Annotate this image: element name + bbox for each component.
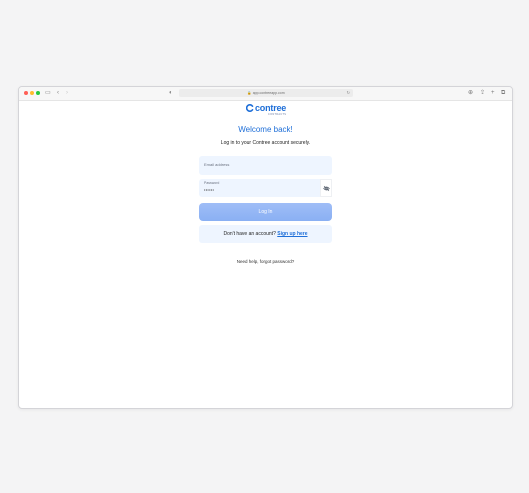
address-bar[interactable]: 🔒app.contreeapp.com ↻ xyxy=(179,89,353,97)
logo-text: contree xyxy=(255,103,287,113)
privacy-icon[interactable]: ◐ xyxy=(169,89,173,98)
share-icon[interactable]: ⇪ xyxy=(480,89,485,98)
forward-icon[interactable]: › xyxy=(66,89,68,98)
password-field[interactable]: Password •••••• xyxy=(199,179,320,197)
back-icon[interactable]: ‹ xyxy=(57,89,59,98)
login-button[interactable]: Log In xyxy=(199,203,332,221)
signup-link[interactable]: Sign up here xyxy=(277,231,307,237)
logo-mark-icon xyxy=(246,104,254,112)
toggle-password-visibility-button[interactable] xyxy=(320,179,332,197)
sidebar-icon[interactable]: ▭ xyxy=(45,89,51,98)
password-label: Password xyxy=(204,181,220,185)
new-tab-icon[interactable]: + xyxy=(491,89,495,98)
download-icon[interactable]: ⊕ xyxy=(468,89,473,98)
lock-icon: 🔒 xyxy=(247,91,252,95)
signup-prompt-box: Don't have an account? Sign up here xyxy=(199,225,332,243)
password-value: •••••• xyxy=(204,187,215,192)
close-window-button[interactable] xyxy=(24,91,28,95)
browser-window: ▭ ‹ › ◐ 🔒app.contreeapp.com ↻ ⊕ ⇪ + ⧉ co… xyxy=(18,86,513,409)
logo-subtitle: CONTRACTS xyxy=(268,113,287,116)
signup-prompt-text: Don't have an account? xyxy=(223,231,276,237)
minimize-window-button[interactable] xyxy=(30,91,34,95)
page-subtitle: Log in to your Contree account securely. xyxy=(220,140,311,146)
browser-toolbar: ▭ ‹ › ◐ 🔒app.contreeapp.com ↻ ⊕ ⇪ + ⧉ xyxy=(19,87,512,101)
tabs-icon[interactable]: ⧉ xyxy=(501,89,505,98)
page-title: Welcome back! xyxy=(238,125,293,134)
maximize-window-button[interactable] xyxy=(36,91,40,95)
email-placeholder: Email address xyxy=(204,162,230,167)
reload-icon[interactable]: ↻ xyxy=(347,89,350,97)
eye-off-icon xyxy=(323,185,330,192)
email-field[interactable]: Email address xyxy=(199,156,332,175)
forgot-password-link[interactable]: Need help, forgot password? xyxy=(19,258,512,265)
url-text: app.contreeapp.com xyxy=(252,91,285,95)
